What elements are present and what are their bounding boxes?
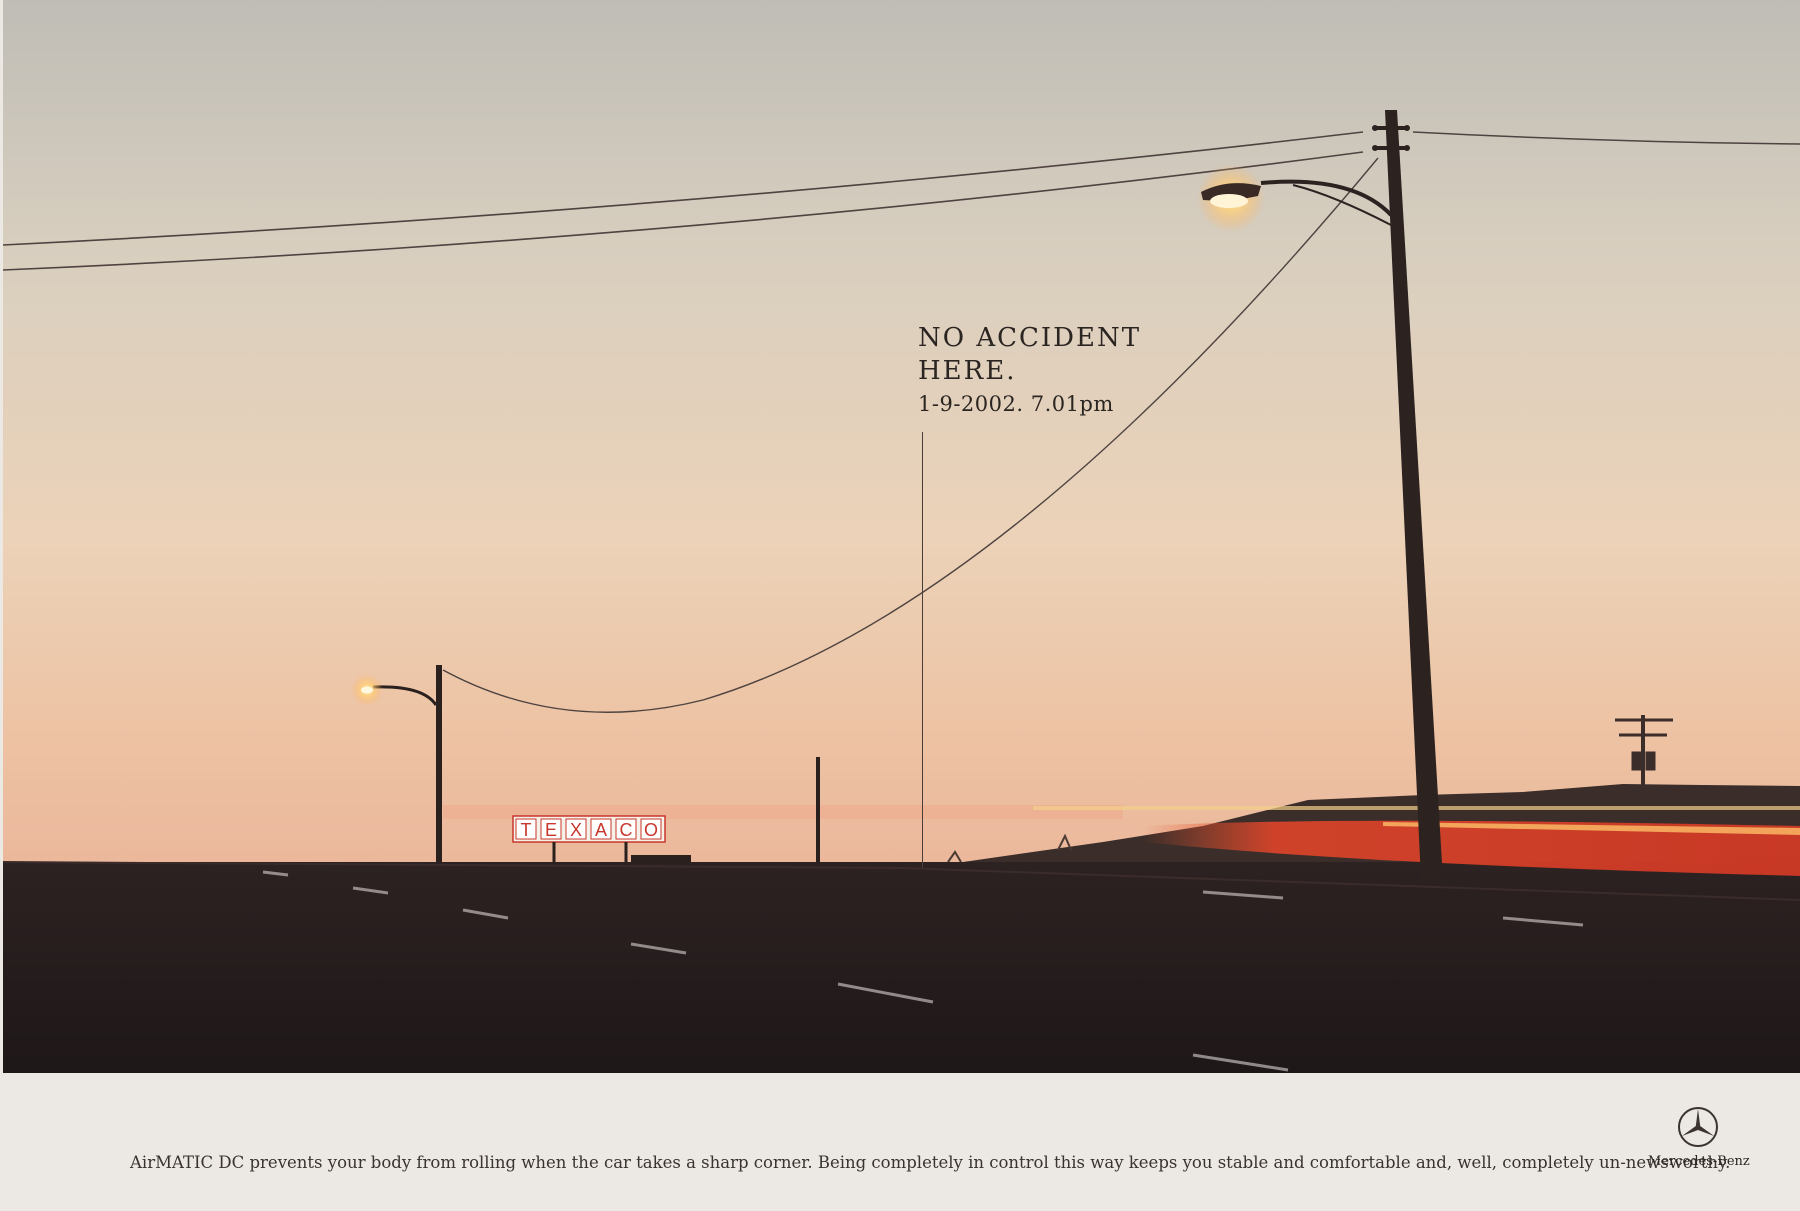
sky (3, 0, 1800, 870)
sign-letter: X (570, 820, 582, 840)
hero-photo: TEXACO (3, 0, 1800, 1073)
dateline: 1-9-2002. 7.01pm (918, 392, 1114, 416)
three-pointed-star-icon (1678, 1107, 1718, 1147)
dusk-road-scene: TEXACO (3, 0, 1800, 1073)
footer-band (0, 1073, 1800, 1211)
callout-line (922, 432, 923, 868)
sign-letter: C (620, 820, 633, 840)
headline: NO ACCIDENT HERE. (918, 322, 1141, 388)
body-copy: AirMATIC DC prevents your body from roll… (130, 1153, 1731, 1172)
headline-line-2: HERE. (918, 356, 1017, 386)
brand-logo: Mercedes-Benz (1648, 1106, 1750, 1169)
road (3, 862, 1800, 1073)
sign-letter: E (545, 820, 557, 840)
headline-line-1: NO ACCIDENT (918, 323, 1142, 353)
brand-name: Mercedes-Benz (1648, 1154, 1750, 1169)
light-trail-yellow (1033, 806, 1800, 810)
sign-letter: A (595, 820, 607, 840)
sign-letter: T (521, 820, 532, 840)
sign-letter: O (644, 820, 658, 840)
